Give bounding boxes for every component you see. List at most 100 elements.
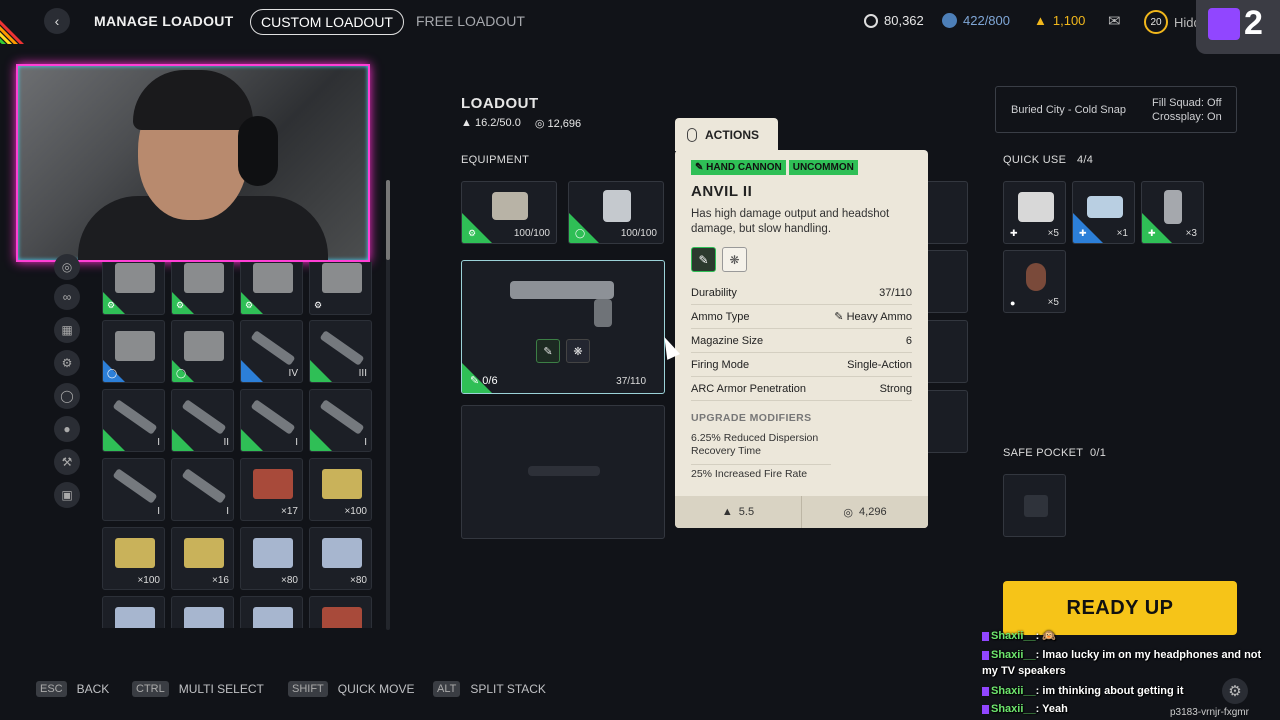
- creds-display: 422/800: [942, 13, 1010, 28]
- injector-item: [1164, 190, 1182, 224]
- upgrade-modifier: 25% Increased Fire Rate: [691, 468, 808, 480]
- mail-icon[interactable]: ✉: [1108, 12, 1121, 30]
- inventory-scrollbar-thumb[interactable]: [386, 180, 390, 260]
- inventory-item[interactable]: I: [102, 458, 165, 521]
- inventory-item[interactable]: I: [171, 458, 234, 521]
- coin-icon: [864, 13, 878, 28]
- weapon-durability: 37/110: [616, 376, 646, 387]
- weapon-slot-1[interactable]: ✎ ❋ ✎ 0/6 37/110: [461, 260, 665, 394]
- twitch-icon: [1208, 8, 1240, 40]
- tab-custom-loadout[interactable]: CUSTOM LOADOUT: [250, 9, 404, 35]
- ready-up-button[interactable]: READY UP: [1003, 581, 1237, 635]
- tab-free-loadout[interactable]: FREE LOADOUT: [406, 9, 535, 35]
- inventory-item[interactable]: ×17: [240, 458, 303, 521]
- augment-slot[interactable]: ⚙ 100/100: [461, 181, 557, 244]
- hint-multi-select[interactable]: CTRL MULTI SELECT: [132, 681, 264, 697]
- back-arrow-icon[interactable]: ‹: [44, 8, 70, 34]
- actions-tab[interactable]: ACTIONS: [675, 118, 778, 151]
- quick-use-slot[interactable]: ● ×5: [1003, 250, 1066, 313]
- attachment-slot-icon[interactable]: ❋: [566, 339, 590, 363]
- safe-pocket-count: 0/1: [1090, 447, 1107, 459]
- weapon-slot-2[interactable]: [461, 405, 665, 539]
- medkit-item: [1087, 196, 1123, 218]
- category-all-icon[interactable]: ◎: [54, 254, 80, 280]
- quick-use-slot[interactable]: ✚ ×3: [1141, 181, 1204, 244]
- inventory-item[interactable]: [309, 596, 372, 628]
- inventory-item[interactable]: ◯: [102, 320, 165, 383]
- category-weapons-icon[interactable]: ∞: [54, 284, 80, 310]
- inventory-item[interactable]: ◯: [171, 320, 234, 383]
- loadout-stats: ▲ 16.2/50.0 ◎ 12,696: [461, 117, 581, 130]
- inventory-item[interactable]: [102, 596, 165, 628]
- category-mods-icon[interactable]: ⚙: [54, 350, 80, 376]
- plus-icon: ✚: [1010, 228, 1018, 238]
- shield-item: [603, 190, 631, 222]
- item-weight: ▲ 5.5: [675, 496, 802, 528]
- tokens-display: ▲ 1,100: [1034, 13, 1085, 28]
- stat-durability: Durability 37/110: [691, 281, 912, 305]
- safe-pocket-label: SAFE POCKET: [1003, 447, 1084, 459]
- inventory-item[interactable]: ×100: [102, 527, 165, 590]
- level-badge: 20: [1144, 10, 1168, 34]
- webcam-overlay: [16, 64, 370, 262]
- stat-armor-penetration: ARC Armor Penetration Strong: [691, 377, 912, 401]
- hint-back[interactable]: ESC BACK: [36, 681, 109, 697]
- inventory-item[interactable]: I: [240, 389, 303, 452]
- weight-icon: ▲: [461, 117, 475, 129]
- shield-icon: ◯: [575, 228, 586, 238]
- plus-icon: ✚: [1148, 228, 1156, 238]
- inventory-item[interactable]: I: [309, 389, 372, 452]
- hint-split-stack[interactable]: ALT SPLIT STACK: [433, 681, 546, 697]
- coin-icon: ◎: [843, 506, 854, 519]
- inventory-item[interactable]: III: [309, 320, 372, 383]
- inventory-item[interactable]: [171, 596, 234, 628]
- inventory-item[interactable]: ×16: [171, 527, 234, 590]
- inventory-item[interactable]: ×100: [309, 458, 372, 521]
- quick-use-slot[interactable]: ✚ ×1: [1072, 181, 1135, 244]
- coins-value: 80,362: [884, 13, 924, 28]
- inventory-item[interactable]: ⚙: [240, 262, 303, 315]
- safe-pocket-slot[interactable]: [1003, 474, 1066, 537]
- inventory-item[interactable]: I: [102, 389, 165, 452]
- inventory-item[interactable]: [240, 596, 303, 628]
- inventory-item[interactable]: ×80: [240, 527, 303, 590]
- mouse-icon: [687, 127, 697, 142]
- inventory-grid: ⚙ ⚙ ⚙ ⚙ ◯ ◯ IV III I II I I I I ×17 ×100…: [100, 262, 380, 628]
- inventory-item[interactable]: ⚙: [171, 262, 234, 315]
- quick-use-slot[interactable]: ✚ ×5: [1003, 181, 1066, 244]
- profile[interactable]: 20 Hidd: [1144, 10, 1201, 34]
- inventory-item[interactable]: IV: [240, 320, 303, 383]
- inventory-item[interactable]: ⚙: [102, 262, 165, 315]
- augment-item: [492, 192, 528, 220]
- tokens-value: 1,100: [1052, 13, 1086, 28]
- chat-message: Shaxii__: lmao lucky im on my headphones…: [982, 649, 1262, 677]
- page-title: MANAGE LOADOUT: [94, 13, 234, 29]
- inventory-item[interactable]: ×80: [309, 527, 372, 590]
- inventory-item[interactable]: ⚙: [309, 262, 372, 315]
- category-tools-icon[interactable]: ⚒: [54, 449, 80, 475]
- tag-rarity: UNCOMMON: [788, 160, 858, 175]
- twitch-overlay: 2: [1196, 0, 1280, 54]
- attachment-slot-icon[interactable]: ✎: [536, 339, 560, 363]
- shield-slot[interactable]: ◯ 100/100: [568, 181, 664, 244]
- weapon-item: [510, 281, 614, 299]
- fill-squad-status: Fill Squad: Off: [1152, 97, 1222, 109]
- item-tooltip: ✎ HAND CANNON UNCOMMON ANVIL II Has high…: [675, 150, 928, 528]
- weight-stat: ▲ 16.2/50.0: [461, 117, 521, 129]
- category-materials-icon[interactable]: ▣: [54, 482, 80, 508]
- webcam-headphones: [238, 116, 278, 186]
- twitch-count: 2: [1244, 4, 1263, 42]
- category-gadgets-icon[interactable]: ●: [54, 416, 80, 442]
- augment-durability: 100/100: [513, 228, 550, 239]
- grenade-item: [1026, 263, 1046, 291]
- grenade-icon: ●: [1010, 298, 1016, 308]
- weapon-grip: [594, 299, 612, 327]
- category-augments-icon[interactable]: ▦: [54, 317, 80, 343]
- match-info: Buried City - Cold Snap Fill Squad: Off …: [995, 86, 1237, 133]
- tokens-icon: ▲: [1034, 13, 1047, 28]
- hint-quick-move[interactable]: SHIFT QUICK MOVE: [288, 681, 414, 697]
- inventory-item[interactable]: II: [171, 389, 234, 452]
- shield-durability: 100/100: [620, 228, 657, 239]
- category-shields-icon[interactable]: ◯: [54, 383, 80, 409]
- item-price: ◎ 4,296: [843, 506, 887, 519]
